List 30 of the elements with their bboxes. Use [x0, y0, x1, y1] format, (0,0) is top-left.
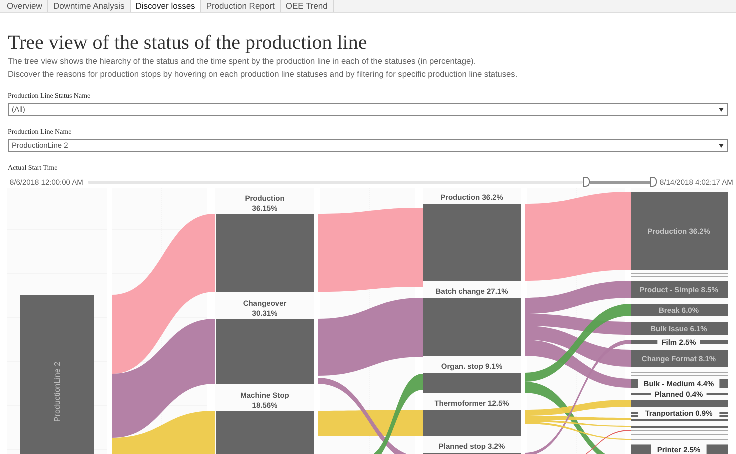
node-bar[interactable]: [700, 340, 728, 344]
node-bar[interactable]: [216, 411, 314, 454]
description-text: Discover the reasons for production stops by hovering on each production line statuses and by filtering for specific production line statuses.: [8, 68, 519, 80]
slider-handle[interactable]: [650, 177, 657, 187]
node-bar[interactable]: [706, 445, 728, 454]
node-bar[interactable]: [20, 295, 94, 454]
page-title: Tree view of the status of the production line: [8, 32, 368, 54]
node-bar[interactable]: [216, 214, 314, 292]
tab[interactable]: Discover losses: [130, 0, 202, 12]
node-bar[interactable]: [423, 373, 521, 393]
description-text: The tree view shows the hiearchy of the status and the time spent by the production line in each of the statuses (in percentage).: [8, 55, 478, 68]
slider-range: [590, 180, 650, 184]
node-bar[interactable]: [631, 379, 638, 388]
node-bar[interactable]: [631, 281, 728, 298]
node-label: ProductionLine 2: [53, 362, 62, 422]
node-bar[interactable]: [423, 410, 521, 436]
dropdown-arrow-icon: [719, 144, 724, 148]
dropdown-arrow-icon: [719, 108, 724, 112]
node-bar[interactable]: [631, 400, 728, 407]
node-bar[interactable]: [216, 319, 314, 384]
node-bar[interactable]: [631, 322, 728, 335]
node-bar[interactable]: [631, 445, 652, 454]
node-bar[interactable]: [423, 298, 521, 356]
node-bar[interactable]: [631, 192, 728, 270]
slider-handle[interactable]: [583, 177, 590, 187]
node-bar[interactable]: [631, 350, 728, 367]
node-bar[interactable]: [720, 379, 728, 388]
node-bar[interactable]: [631, 304, 728, 316]
node-bar[interactable]: [631, 340, 658, 344]
node-bar[interactable]: [423, 204, 521, 281]
